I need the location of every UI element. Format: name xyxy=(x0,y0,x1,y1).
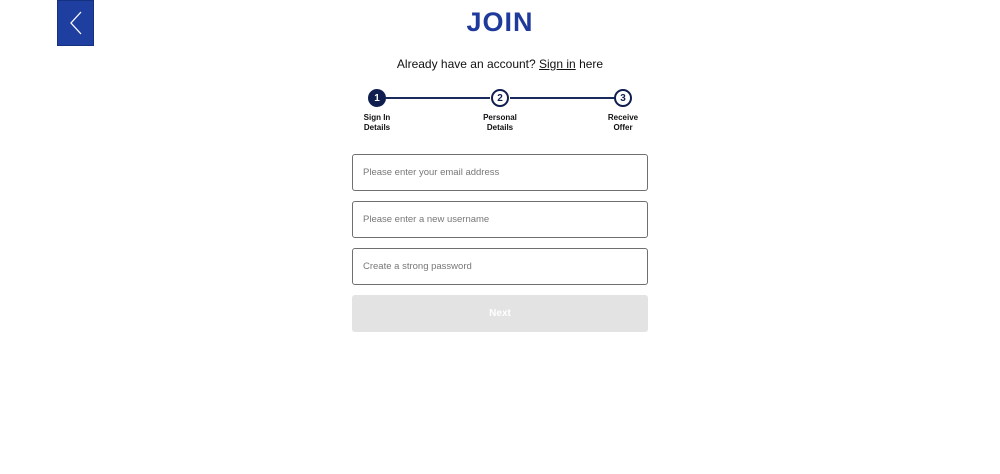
username-field[interactable] xyxy=(352,201,648,238)
email-field[interactable] xyxy=(352,154,648,191)
stepper-connector xyxy=(510,97,614,99)
step-2-label: Personal Details xyxy=(483,113,517,132)
join-page: JOIN Already have an account? Sign in he… xyxy=(0,0,1000,474)
step-1-label: Sign In Details xyxy=(363,113,391,132)
step-2-indicator: 2 xyxy=(491,89,509,107)
step-3-indicator: 3 xyxy=(614,89,632,107)
step-3-label: Receive Offer xyxy=(607,113,639,132)
next-button[interactable]: Next xyxy=(352,295,648,332)
stepper-connector xyxy=(386,97,490,99)
step-1-indicator: 1 xyxy=(368,89,386,107)
password-field[interactable] xyxy=(352,248,648,285)
progress-stepper: 1 2 3 Sign In Details Personal Details R… xyxy=(0,0,1000,140)
